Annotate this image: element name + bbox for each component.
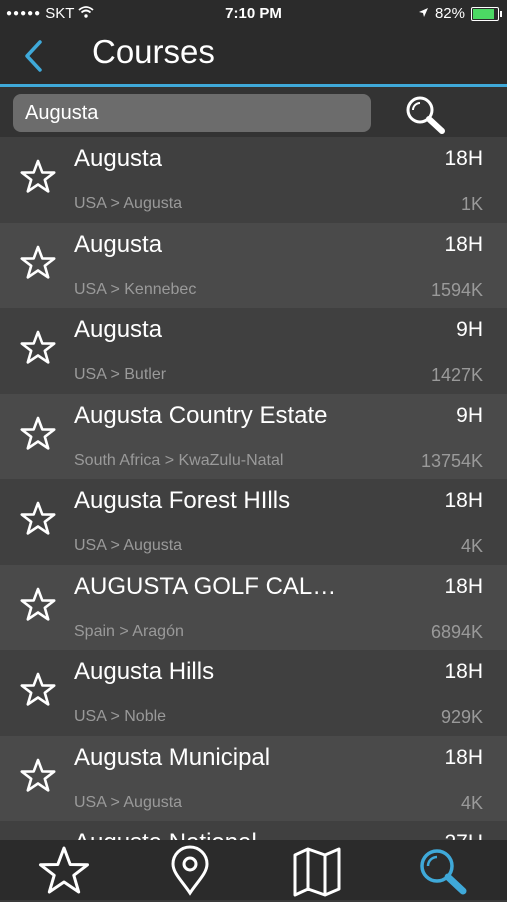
course-holes: 18H <box>444 745 483 769</box>
course-holes: 18H <box>444 232 483 256</box>
tab-favorites[interactable] <box>34 845 94 897</box>
location-arrow-icon <box>418 5 429 22</box>
course-distance: 1K <box>460 194 483 214</box>
battery-percent: 82% <box>434 5 465 22</box>
course-holes: 18H <box>444 489 483 512</box>
course-location: USA > Kennebec <box>74 280 197 298</box>
course-location: South Africa > KwaZulu-Natal <box>74 451 284 469</box>
favorite-star-icon[interactable] <box>18 500 58 540</box>
course-holes: 18H <box>444 574 483 598</box>
course-location: USA > Augusta <box>74 793 183 811</box>
course-row[interactable]: Augusta National 27H <box>0 821 507 840</box>
course-row[interactable]: Augusta Municipal 18H USA > Augusta 4K <box>0 735 507 821</box>
course-holes: 18H <box>444 660 483 683</box>
status-right: 82% <box>418 5 502 22</box>
course-name: AUGUSTA GOLF CAL… <box>74 572 337 600</box>
course-name: Augusta <box>74 145 163 172</box>
page-title: Courses <box>92 33 215 70</box>
course-row[interactable]: AUGUSTA GOLF CAL… 18H Spain > Aragón 6894K <box>0 564 507 650</box>
course-location: USA > Butler <box>74 366 167 383</box>
course-name: Augusta Municipal <box>74 743 271 771</box>
star-icon <box>39 846 89 894</box>
course-name: Augusta Country Estate <box>74 401 328 429</box>
course-distance: 1594K <box>430 279 483 300</box>
course-name: Augusta National <box>74 829 257 840</box>
course-row[interactable]: Augusta Forest HIlls 18H USA > Augusta 4K <box>0 479 507 565</box>
status-bar: ●●●●● SKT 7:10 PM 82% <box>0 0 507 28</box>
favorite-star-icon[interactable] <box>18 586 58 626</box>
favorite-star-icon[interactable] <box>18 757 58 797</box>
course-distance: 929K <box>440 707 483 727</box>
course-holes: 18H <box>444 147 483 170</box>
course-distance: 6894K <box>430 621 483 642</box>
course-location: USA > Augusta <box>74 195 183 212</box>
course-list: Augusta 18H USA > Augusta 1K Augusta 18H USA >… <box>0 137 507 840</box>
magnifier-icon <box>406 96 445 134</box>
course-row[interactable]: Augusta Country Estate 9H South Africa > K… <box>0 393 507 479</box>
course-location: Spain > Aragón <box>74 622 184 640</box>
chevron-left-icon <box>25 40 42 72</box>
map-icon <box>293 847 341 897</box>
course-distance: 4K <box>460 536 483 556</box>
favorite-star-icon[interactable] <box>18 244 58 284</box>
course-name: Augusta Forest HIlls <box>74 487 291 514</box>
back-button[interactable] <box>20 38 50 74</box>
nav-bar: Courses <box>0 28 507 87</box>
favorite-star-icon[interactable] <box>18 415 58 455</box>
favorite-star-icon[interactable] <box>18 329 58 369</box>
course-row[interactable]: Augusta Hills 18H USA > Noble 929K <box>0 650 507 736</box>
course-location: USA > Augusta <box>74 537 183 554</box>
search-button[interactable] <box>402 93 448 135</box>
tab-nearby[interactable] <box>160 845 220 897</box>
search-input[interactable] <box>13 94 371 132</box>
tab-bar <box>0 840 507 900</box>
location-pin-icon <box>171 845 209 896</box>
course-name: Augusta <box>74 316 163 343</box>
search-icon <box>420 849 467 895</box>
course-name: Augusta <box>74 230 163 258</box>
battery-level <box>473 8 495 19</box>
search-bar <box>0 87 507 137</box>
course-distance: 4K <box>460 792 483 813</box>
course-holes: 27H <box>444 831 483 840</box>
course-distance: 1427K <box>430 365 483 385</box>
course-holes: 9H <box>456 318 483 341</box>
course-holes: 9H <box>456 403 483 427</box>
tab-search[interactable] <box>413 845 473 897</box>
course-location: USA > Noble <box>74 708 167 725</box>
course-row[interactable]: Augusta 18H USA > Augusta 1K <box>0 137 507 223</box>
tab-map[interactable] <box>287 845 347 897</box>
course-row[interactable]: Augusta 9H USA > Butler 1427K <box>0 308 507 394</box>
favorite-star-icon[interactable] <box>18 671 58 711</box>
favorite-star-icon[interactable] <box>18 158 58 198</box>
battery-icon <box>471 6 502 21</box>
course-distance: 13754K <box>420 450 483 471</box>
course-row[interactable]: Augusta 18H USA > Kennebec 1594K <box>0 222 507 308</box>
course-name: Augusta Hills <box>74 658 215 685</box>
